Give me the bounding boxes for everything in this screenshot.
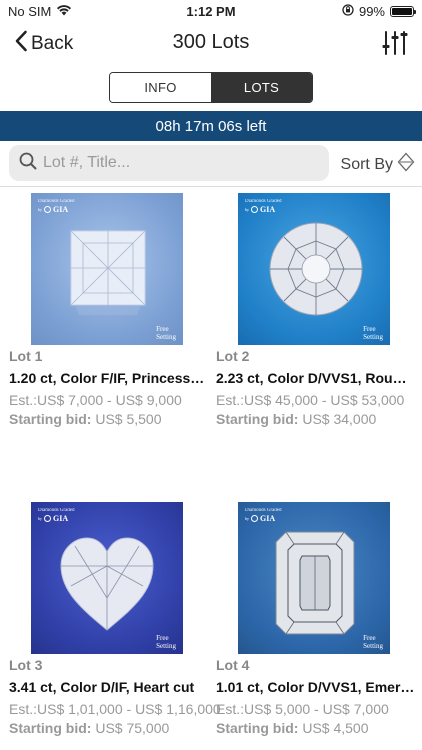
- sort-by-label: Sort By: [340, 155, 393, 173]
- emerald-diamond-icon: [275, 531, 355, 635]
- status-right: 99%: [342, 4, 416, 19]
- lot-estimate: Est.:US$ 45,000 - US$ 53,000: [216, 392, 405, 408]
- round-diamond-icon: [269, 222, 363, 316]
- badge-line-1: Free: [156, 634, 169, 642]
- lot-card[interactable]: Diamonds Graded by GIA Free Setting Lot 1 …: [9, 193, 209, 433]
- badge-line-1: Free: [363, 634, 376, 642]
- lot-title: 2.23 ct, Color D/VVS1, Round Brilliant: [216, 370, 415, 386]
- free-setting-badge: Free Setting: [156, 325, 176, 341]
- badge-line-2: Setting: [363, 333, 383, 341]
- tab-lots[interactable]: LOTS: [211, 73, 312, 102]
- navigation-bar: Back 300 Lots: [0, 24, 422, 64]
- battery-level: [392, 8, 412, 15]
- search-input[interactable]: [43, 154, 323, 172]
- lot-title: 1.20 ct, Color F/IF, Princess Cut: [9, 370, 208, 386]
- divider: [0, 186, 422, 187]
- lot-image[interactable]: Diamonds Graded by GIA Free Setting: [238, 502, 390, 654]
- orientation-lock-icon: [342, 4, 354, 19]
- badge-line-2: Setting: [363, 642, 383, 650]
- lot-card[interactable]: Diamonds Graded by GIA Free Setting Lot 3 …: [9, 502, 221, 742]
- tab-info[interactable]: INFO: [110, 73, 211, 102]
- badge-line-1: Free: [363, 325, 376, 333]
- search-icon: [19, 152, 37, 175]
- lot-number: Lot 2: [216, 348, 250, 364]
- free-setting-badge: Free Setting: [363, 325, 383, 341]
- page-title: 300 Lots: [172, 31, 250, 53]
- search-bar: [9, 145, 329, 181]
- sliders-icon: [382, 31, 408, 60]
- lot-card[interactable]: Diamonds Graded by GIA Free Setting Lot 4 …: [216, 502, 416, 742]
- heart-diamond-icon: [60, 537, 154, 631]
- lot-image[interactable]: Diamonds Graded by GIA Free Setting: [238, 193, 390, 345]
- princess-diamond-icon: [70, 230, 146, 315]
- lot-estimate: Est.:US$ 1,01,000 - US$ 1,16,000: [9, 701, 221, 717]
- status-bar: No SIM 1:12 PM 99%: [0, 0, 422, 24]
- starting-bid-label: Starting bid:: [9, 720, 92, 736]
- lot-title: 1.01 ct, Color D/VVS1, Emerald Cut: [216, 679, 415, 695]
- free-setting-badge: Free Setting: [156, 634, 176, 650]
- starting-bid-value: US$ 5,500: [95, 411, 162, 427]
- lot-starting-bid: Starting bid: US$ 5,500: [9, 411, 162, 427]
- lot-starting-bid: Starting bid: US$ 4,500: [216, 720, 369, 736]
- starting-bid-label: Starting bid:: [216, 720, 299, 736]
- lot-starting-bid: Starting bid: US$ 34,000: [216, 411, 376, 427]
- starting-bid-label: Starting bid:: [216, 411, 299, 427]
- badge-line-2: Setting: [156, 642, 176, 650]
- sort-diamond-icon: [397, 152, 415, 177]
- lot-card[interactable]: Diamonds Graded by GIA Free Setting Lot 2 …: [216, 193, 416, 433]
- lot-title: 3.41 ct, Color D/IF, Heart cut: [9, 679, 195, 695]
- starting-bid-label: Starting bid:: [9, 411, 92, 427]
- filter-button[interactable]: [382, 28, 408, 61]
- lot-image[interactable]: Diamonds Graded by GIA Free Setting: [31, 502, 183, 654]
- starting-bid-value: US$ 34,000: [302, 411, 377, 427]
- battery-percent: 99%: [358, 4, 385, 19]
- lot-estimate: Est.:US$ 5,000 - US$ 7,000: [216, 701, 389, 717]
- info-lots-segmented-control: INFO LOTS: [109, 72, 313, 103]
- lot-number: Lot 4: [216, 657, 250, 673]
- lot-number: Lot 3: [9, 657, 43, 673]
- battery-icon: [390, 6, 416, 17]
- lot-number: Lot 1: [9, 348, 43, 364]
- badge-line-1: Free: [156, 325, 169, 333]
- lot-starting-bid: Starting bid: US$ 75,000: [9, 720, 169, 736]
- starting-bid-value: US$ 75,000: [95, 720, 170, 736]
- badge-line-2: Setting: [156, 333, 176, 341]
- free-setting-badge: Free Setting: [363, 634, 383, 650]
- countdown-banner: 08h 17m 06s left: [0, 111, 422, 141]
- lot-estimate: Est.:US$ 7,000 - US$ 9,000: [9, 392, 182, 408]
- starting-bid-value: US$ 4,500: [302, 720, 369, 736]
- sort-by-button[interactable]: Sort By: [341, 152, 415, 177]
- lot-image[interactable]: Diamonds Graded by GIA Free Setting: [31, 193, 183, 345]
